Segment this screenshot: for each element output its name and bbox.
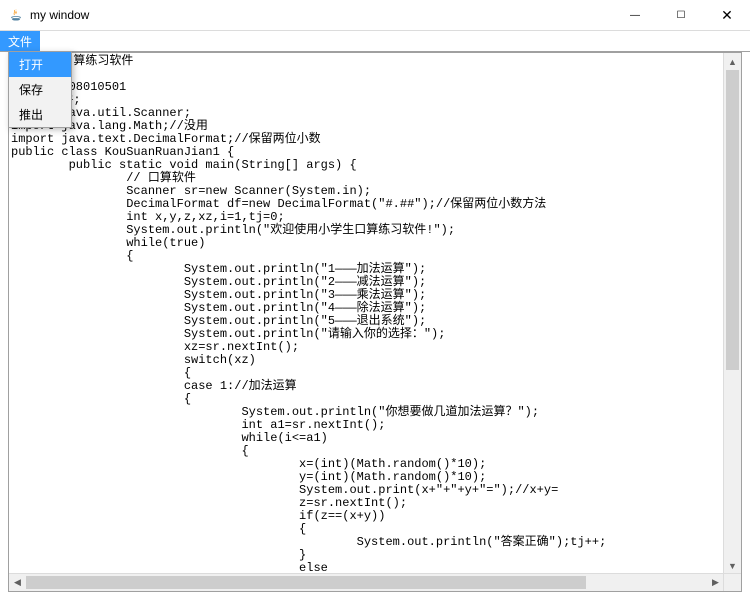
app-window: my window — ☐ ✕ 文件 打开 保存 推出 //小学生口算练习软件 …: [0, 0, 750, 600]
window-title: my window: [30, 8, 89, 22]
menu-item-save[interactable]: 保存: [9, 77, 71, 102]
scroll-down-icon[interactable]: ▼: [724, 557, 741, 574]
horizontal-scroll-thumb[interactable]: [26, 576, 586, 589]
close-button[interactable]: ✕: [704, 0, 750, 30]
menubar: 文件: [0, 31, 750, 52]
menu-item-exit[interactable]: 推出: [9, 102, 71, 127]
scroll-left-icon[interactable]: ◀: [9, 574, 26, 591]
scroll-corner: [723, 573, 741, 591]
maximize-button[interactable]: ☐: [658, 0, 704, 30]
horizontal-scrollbar[interactable]: ◀ ▶: [9, 573, 724, 591]
text-area-container: //小学生口算练习软件 //杨子龙 //20150508010501 //口算软…: [8, 52, 742, 592]
file-menu-dropdown: 打开 保存 推出: [8, 51, 72, 128]
vertical-scrollbar[interactable]: ▲ ▼: [723, 53, 741, 574]
scroll-right-icon[interactable]: ▶: [707, 574, 724, 591]
text-area[interactable]: //小学生口算练习软件 //杨子龙 //20150508010501 //口算软…: [9, 53, 724, 574]
titlebar: my window — ☐ ✕: [0, 0, 750, 31]
code-text: //小学生口算练习软件 //杨子龙 //20150508010501 //口算软…: [9, 53, 724, 574]
window-controls: — ☐ ✕: [612, 0, 750, 30]
java-icon: [8, 7, 24, 23]
scroll-up-icon[interactable]: ▲: [724, 53, 741, 70]
menu-file[interactable]: 文件: [0, 31, 40, 51]
menu-item-open[interactable]: 打开: [9, 52, 71, 77]
minimize-button[interactable]: —: [612, 0, 658, 30]
vertical-scroll-thumb[interactable]: [726, 70, 739, 370]
